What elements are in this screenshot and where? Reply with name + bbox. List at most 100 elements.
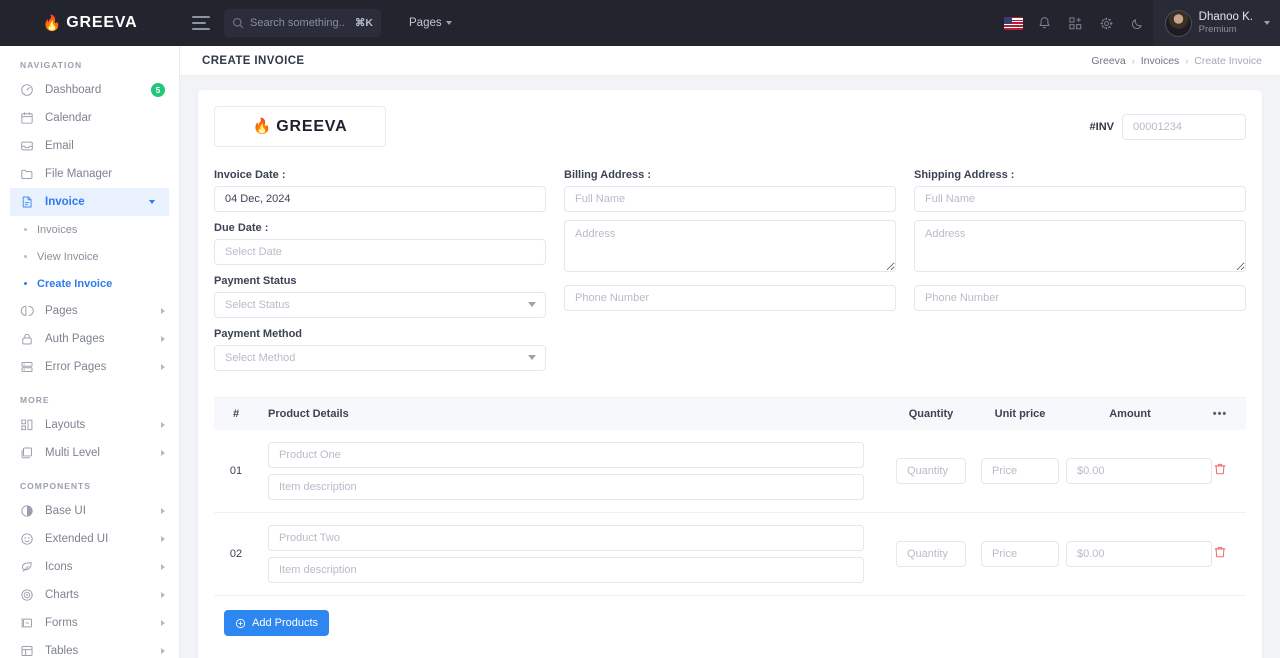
chevron-right-icon <box>161 450 165 456</box>
product-name-input[interactable] <box>268 525 864 551</box>
breadcrumb-item-invoices[interactable]: Invoices <box>1141 55 1180 67</box>
sidebar-subitem-invoices[interactable]: Invoices <box>0 216 179 243</box>
payment-method-select[interactable] <box>214 345 546 371</box>
chevron-right-icon <box>161 336 165 342</box>
shipping-address-label: Shipping Address : <box>914 169 1015 181</box>
notifications-button[interactable] <box>1029 0 1060 46</box>
dashboard-icon <box>21 84 33 96</box>
chevron-right-icon <box>161 364 165 370</box>
main-content: 🔥 GREEVA #INV Invoice Date : Due Date : … <box>180 76 1280 658</box>
invoice-date-input[interactable] <box>214 186 546 212</box>
invoice-form-card: 🔥 GREEVA #INV Invoice Date : Due Date : … <box>198 90 1262 658</box>
shipping-phone-input[interactable] <box>914 285 1246 311</box>
invoice-number-input[interactable] <box>1122 114 1246 140</box>
sidebar-item-extended-ui[interactable]: Extended UI <box>0 525 179 553</box>
sidebar-item-charts[interactable]: Charts <box>0 581 179 609</box>
sidebar-item-multi-level[interactable]: Multi Level <box>0 439 179 467</box>
sidebar-section-title-components: COMPONENTS <box>20 481 91 491</box>
search-shortcut-hint: ⌘K <box>354 17 373 29</box>
sidebar-item-label: Error Pages <box>45 361 107 373</box>
chevron-right-icon <box>161 308 165 314</box>
quantity-input[interactable] <box>896 541 966 567</box>
sidebar-item-layouts[interactable]: Layouts <box>0 411 179 439</box>
sidebar-item-error-pages[interactable]: Error Pages <box>0 353 179 381</box>
billing-fullname-input[interactable] <box>564 186 896 212</box>
row-number: 02 <box>229 548 243 560</box>
sidebar-item-dashboard[interactable]: Dashboard 5 <box>0 76 179 104</box>
apps-button[interactable] <box>1060 0 1091 46</box>
due-date-input[interactable] <box>214 239 546 265</box>
chevron-right-icon <box>161 536 165 542</box>
add-products-label: Add Products <box>252 617 319 629</box>
trash-icon[interactable] <box>1213 545 1227 559</box>
sidebar-item-tables[interactable]: Tables <box>0 637 179 658</box>
quantity-input[interactable] <box>896 458 966 484</box>
sidebar-item-label: Email <box>45 140 74 152</box>
sidebar-item-label: Auth Pages <box>45 333 105 345</box>
sidebar-item-forms[interactable]: Forms <box>0 609 179 637</box>
app-logo[interactable]: 🔥 GREEVA <box>0 0 180 46</box>
server-icon <box>21 362 33 372</box>
sidebar-item-label: Forms <box>45 617 78 629</box>
trash-icon[interactable] <box>1213 462 1227 476</box>
sidebar-item-invoice[interactable]: Invoice <box>10 188 169 216</box>
column-header-details: Product Details <box>268 408 349 420</box>
sidebar-item-icons[interactable]: Icons <box>0 553 179 581</box>
plus-circle-icon <box>235 618 246 628</box>
payment-status-select[interactable] <box>214 292 546 318</box>
chevron-right-icon <box>161 592 165 598</box>
sidebar-item-auth-pages[interactable]: Auth Pages <box>0 325 179 353</box>
product-description-input[interactable] <box>268 557 864 583</box>
pages-dropdown[interactable]: Pages <box>409 17 452 29</box>
chevron-right-icon <box>161 564 165 570</box>
settings-button[interactable] <box>1091 0 1122 46</box>
sidebar-item-base-ui[interactable]: Base UI <box>0 497 179 525</box>
product-name-input[interactable] <box>268 442 864 468</box>
column-header-unit-price: Unit price <box>994 408 1046 420</box>
dark-mode-toggle[interactable] <box>1122 0 1153 46</box>
sidebar-item-label: Extended UI <box>45 533 109 545</box>
search-input-placeholder[interactable]: Search something.. <box>250 17 349 29</box>
sidebar-subitem-view-invoice[interactable]: View Invoice <box>0 243 179 270</box>
shipping-address-textarea[interactable] <box>914 220 1246 272</box>
sidebar-item-file-manager[interactable]: File Manager <box>0 160 179 188</box>
amount-input[interactable] <box>1066 541 1212 567</box>
billing-phone-input[interactable] <box>564 285 896 311</box>
billing-address-label: Billing Address : <box>564 169 651 181</box>
bullet-icon <box>24 255 27 258</box>
unit-price-input[interactable] <box>981 458 1059 484</box>
avatar <box>1164 9 1192 37</box>
column-header-amount: Amount <box>1109 408 1151 420</box>
shipping-fullname-input[interactable] <box>914 186 1246 212</box>
chevron-right-icon <box>161 620 165 626</box>
sidebar-item-label: Icons <box>45 561 73 573</box>
sidebar-item-label: Dashboard <box>45 84 102 96</box>
table-row: 02 <box>214 513 1246 596</box>
product-description-input[interactable] <box>268 474 864 500</box>
pages-dropdown-label: Pages <box>409 17 442 29</box>
sidebar-subitem-create-invoice[interactable]: Create Invoice <box>0 270 179 297</box>
add-products-button[interactable]: Add Products <box>224 610 330 636</box>
column-header-number: # <box>232 408 240 420</box>
sidebar-subitem-label: View Invoice <box>37 250 99 263</box>
sidebar-item-calendar[interactable]: Calendar <box>0 104 179 132</box>
sidebar-item-pages[interactable]: Pages <box>0 297 179 325</box>
sidebar-item-email[interactable]: Email <box>0 132 179 160</box>
search-box[interactable]: Search something.. ⌘K <box>224 9 381 37</box>
hamburger-icon[interactable] <box>192 16 210 30</box>
language-flag-button[interactable] <box>998 0 1029 46</box>
profile-name: Dhanoo K. <box>1198 10 1253 23</box>
billing-address-textarea[interactable] <box>564 220 896 272</box>
email-icon <box>21 141 33 151</box>
amount-input[interactable] <box>1066 458 1212 484</box>
pages-icon <box>20 305 34 316</box>
breadcrumb-item-greeva[interactable]: Greeva <box>1091 55 1125 67</box>
user-profile-menu[interactable]: Dhanoo K. Premium <box>1152 0 1280 46</box>
sidebar-item-label: File Manager <box>45 168 113 180</box>
bell-icon <box>1039 16 1050 28</box>
unit-price-input[interactable] <box>981 541 1059 567</box>
column-header-actions-icon[interactable]: ••• <box>1194 408 1246 420</box>
chevron-down-icon <box>445 21 452 25</box>
calendar-icon <box>21 112 33 124</box>
sidebar-item-label: Multi Level <box>45 447 100 459</box>
